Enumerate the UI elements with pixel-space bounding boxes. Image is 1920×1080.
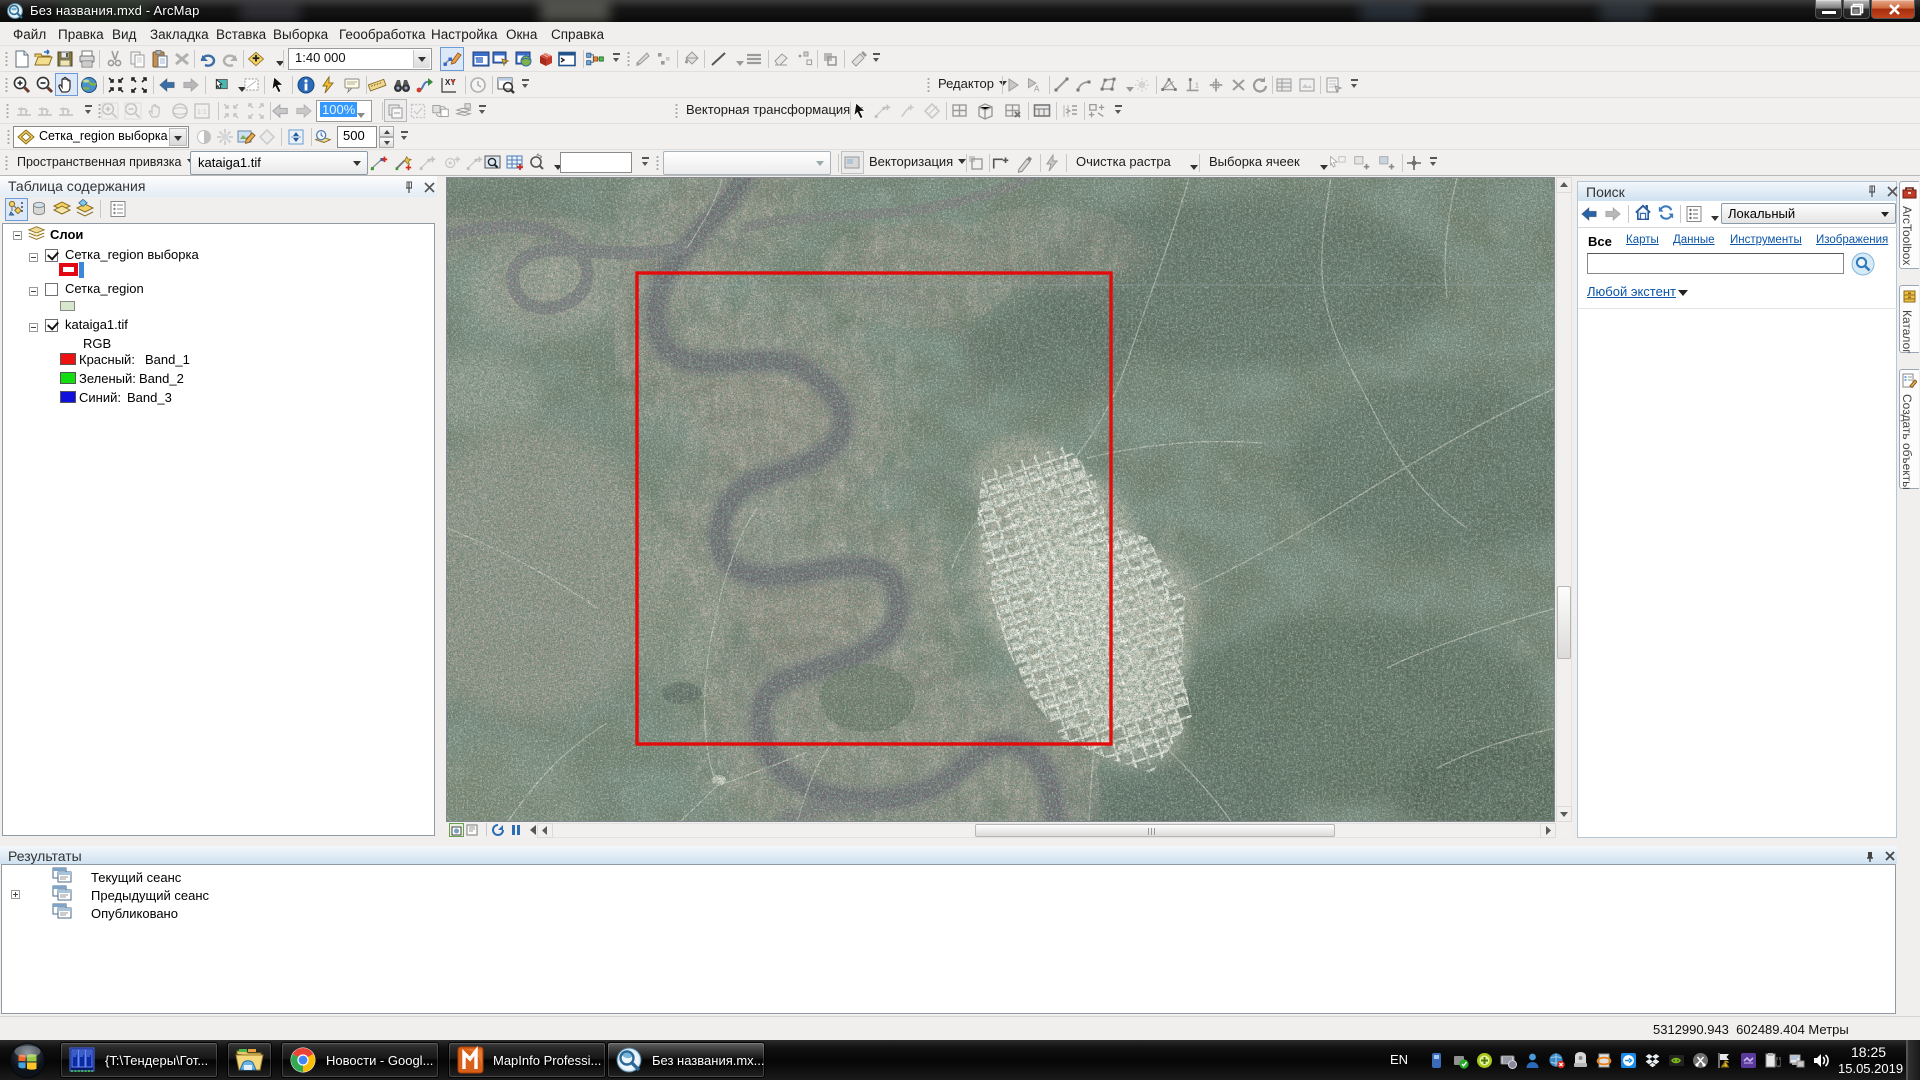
svg-text:1: 1 xyxy=(1195,81,1199,90)
svg-text:A: A xyxy=(1034,84,1040,93)
svg-text:1:1: 1:1 xyxy=(197,109,207,116)
svg-text:XY: XY xyxy=(445,78,456,87)
svg-text:!: ! xyxy=(1723,1063,1725,1069)
